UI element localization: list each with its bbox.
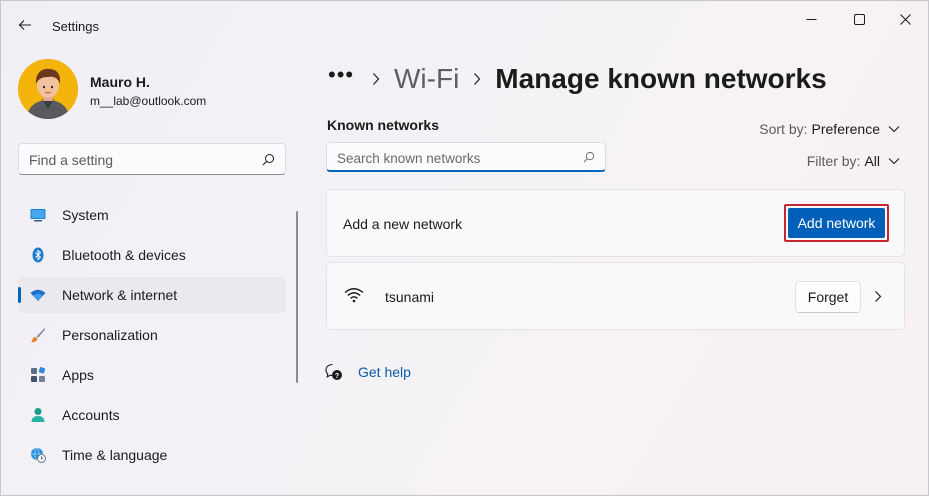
user-email: m__lab@outlook.com <box>90 94 207 108</box>
chevron-right-icon <box>366 72 386 86</box>
help-chat-icon: ? <box>325 363 342 380</box>
sidebar-item-label: Network & internet <box>62 287 178 303</box>
filter-by-value: All <box>864 153 880 169</box>
app-title: Settings <box>52 19 99 34</box>
sort-by-dropdown[interactable]: Sort by: Preference <box>759 121 900 137</box>
chevron-right-icon <box>467 72 487 86</box>
monitor-icon <box>30 209 46 222</box>
sidebar-item-label: System <box>62 207 109 223</box>
filter-by-dropdown[interactable]: Filter by: All <box>807 153 900 169</box>
sort-by-label: Sort by: <box>759 121 808 137</box>
search-icon[interactable] <box>262 153 275 166</box>
sidebar-item-bluetooth-devices[interactable]: Bluetooth & devices <box>18 237 286 273</box>
network-name: tsunami <box>385 289 435 305</box>
apps-icon <box>31 367 46 382</box>
chevron-down-icon <box>888 126 900 133</box>
sidebar-item-time-language[interactable]: Time & language <box>18 437 286 473</box>
breadcrumb: ••• Wi-Fi Manage known networks <box>328 59 827 99</box>
arrow-left-icon <box>18 20 31 30</box>
back-button[interactable] <box>11 13 39 37</box>
search-known-networks-input[interactable] <box>337 148 567 168</box>
sidebar-scrollbar[interactable] <box>296 211 298 383</box>
sidebar-item-label: Accounts <box>62 407 120 423</box>
maximize-icon <box>853 13 865 25</box>
add-network-label: Add a new network <box>343 216 463 232</box>
sidebar-item-system[interactable]: System <box>18 197 286 233</box>
chevron-down-icon <box>888 158 900 165</box>
svg-text:?: ? <box>335 373 339 380</box>
globe-clock-icon <box>31 447 46 463</box>
forget-button[interactable]: Forget <box>795 281 861 313</box>
minimize-icon <box>806 18 816 20</box>
user-name: Mauro H. <box>90 74 150 90</box>
sidebar-item-network-internet[interactable]: Network & internet <box>18 277 286 313</box>
sort-by-value: Preference <box>811 121 880 137</box>
search-known-networks[interactable] <box>326 142 606 172</box>
add-network-card: Add a new network Add network <box>326 189 905 257</box>
wifi-signal-icon <box>344 288 364 303</box>
known-networks-label: Known networks <box>327 117 440 133</box>
breadcrumb-wifi-link[interactable]: Wi-Fi <box>394 63 459 95</box>
chevron-right-icon[interactable] <box>874 290 882 303</box>
page-title: Manage known networks <box>495 63 827 94</box>
add-network-button[interactable]: Add network <box>788 208 885 238</box>
close-icon <box>899 13 911 25</box>
avatar-illustration-icon <box>18 59 78 119</box>
network-row-tsunami[interactable]: tsunami Forget <box>326 262 905 330</box>
brush-icon <box>30 328 45 343</box>
minimize-button[interactable] <box>788 5 834 33</box>
find-setting-input[interactable] <box>29 150 249 170</box>
get-help-label: Get help <box>358 364 411 380</box>
bluetooth-icon <box>32 247 44 263</box>
close-button[interactable] <box>882 5 928 33</box>
filter-by-label: Filter by: <box>806 153 861 169</box>
add-network-highlight: Add network <box>784 204 889 242</box>
avatar[interactable] <box>18 59 78 119</box>
title-bar: Settings <box>1 1 928 47</box>
sidebar-item-label: Apps <box>62 367 94 383</box>
sidebar-item-label: Time & language <box>62 447 168 463</box>
person-icon <box>31 408 45 422</box>
maximize-button[interactable] <box>836 5 882 33</box>
sidebar-item-label: Personalization <box>62 327 158 343</box>
wifi-icon <box>30 289 46 301</box>
sidebar-nav: System Bluetooth & devices Network & int… <box>18 197 286 477</box>
get-help-link[interactable]: ? Get help <box>325 363 411 381</box>
search-icon[interactable] <box>583 151 595 163</box>
sidebar-item-apps[interactable]: Apps <box>18 357 286 393</box>
sidebar-item-personalization[interactable]: Personalization <box>18 317 286 353</box>
settings-window: Settings Mauro H. m__lab@outlook.com Fin… <box>0 0 929 496</box>
breadcrumb-more-button[interactable]: ••• <box>328 62 358 88</box>
find-setting-search[interactable] <box>18 143 286 175</box>
sidebar-item-accounts[interactable]: Accounts <box>18 397 286 433</box>
active-indicator <box>18 287 21 303</box>
sidebar-item-label: Bluetooth & devices <box>62 247 186 263</box>
